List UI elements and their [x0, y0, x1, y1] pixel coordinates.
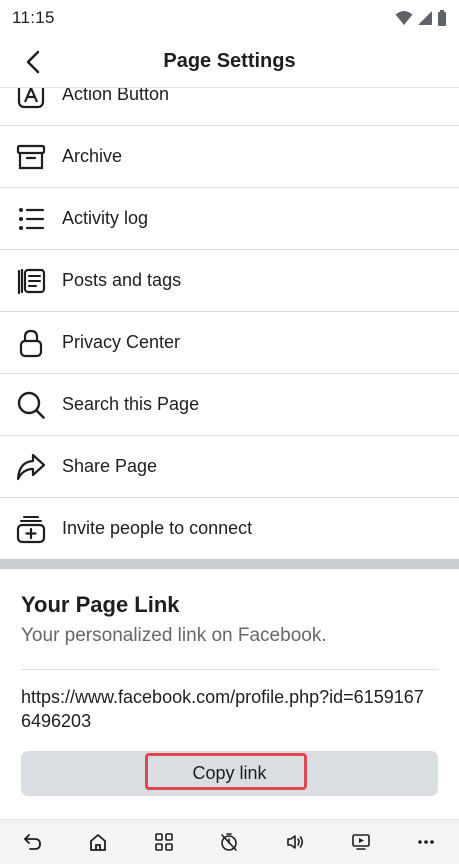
- cellular-signal-icon: [417, 10, 433, 26]
- status-time: 11:15: [12, 8, 55, 27]
- search-icon: [15, 389, 47, 421]
- page-title: Page Settings: [163, 50, 296, 72]
- share-icon: [15, 451, 47, 483]
- settings-menu: Action Button Archive Activity log Posts…: [0, 64, 459, 560]
- page-link-title: Your Page Link: [21, 592, 180, 617]
- status-icons: [395, 10, 447, 26]
- menu-item-archive[interactable]: Archive: [0, 126, 459, 188]
- apps-grid-icon: [154, 832, 174, 852]
- nav-timer-button[interactable]: [213, 826, 245, 858]
- menu-item-label: Invite people to connect: [62, 518, 253, 538]
- archive-icon: [15, 141, 47, 173]
- menu-item-label: Privacy Center: [62, 332, 181, 352]
- list-icon: [15, 203, 47, 235]
- status-bar: 11:15: [0, 0, 459, 36]
- menu-item-label: Activity log: [62, 208, 149, 228]
- battery-icon: [437, 10, 447, 26]
- home-icon: [88, 832, 108, 852]
- page-link-section: Your Page Link Your personalized link on…: [0, 569, 459, 819]
- copy-link-label: Copy link: [192, 763, 267, 783]
- invite-icon: [15, 513, 47, 545]
- page-link-subtitle: Your personalized link on Facebook.: [21, 625, 327, 646]
- menu-item-activity-log[interactable]: Activity log: [0, 188, 459, 250]
- header: Page Settings: [0, 36, 459, 88]
- menu-item-search-this-page[interactable]: Search this Page: [0, 374, 459, 436]
- posts-tags-icon: [15, 265, 47, 297]
- menu-item-share-page[interactable]: Share Page: [0, 436, 459, 498]
- screen-play-icon: [351, 832, 371, 852]
- copy-link-button[interactable]: Copy link: [21, 751, 438, 796]
- menu-item-invite-people[interactable]: Invite people to connect: [0, 498, 459, 560]
- volume-icon: [285, 832, 305, 852]
- section-divider: [0, 559, 459, 569]
- timer-off-icon: [219, 832, 239, 852]
- menu-item-label: Search this Page: [62, 394, 200, 414]
- nav-more-button[interactable]: [410, 826, 442, 858]
- more-dots-icon: [416, 832, 436, 852]
- back-button[interactable]: [18, 46, 50, 78]
- page-link-url: https://www.facebook.com/profile.php?id=…: [21, 687, 424, 731]
- menu-item-posts-and-tags[interactable]: Posts and tags: [0, 250, 459, 312]
- lock-icon: [15, 327, 47, 359]
- nav-apps-button[interactable]: [148, 826, 180, 858]
- return-icon: [23, 832, 43, 852]
- divider: [21, 669, 438, 670]
- menu-item-label: Share Page: [62, 456, 158, 476]
- nav-screen-button[interactable]: [345, 826, 377, 858]
- back-arrow-icon: [24, 50, 44, 74]
- menu-item-label: Archive: [62, 146, 123, 166]
- menu-item-privacy-center[interactable]: Privacy Center: [0, 312, 459, 374]
- wifi-icon: [395, 10, 413, 26]
- system-nav-bar: [0, 819, 459, 864]
- nav-volume-button[interactable]: [279, 826, 311, 858]
- nav-home-button[interactable]: [82, 826, 114, 858]
- nav-back-button[interactable]: [17, 826, 49, 858]
- menu-item-label: Posts and tags: [62, 270, 182, 290]
